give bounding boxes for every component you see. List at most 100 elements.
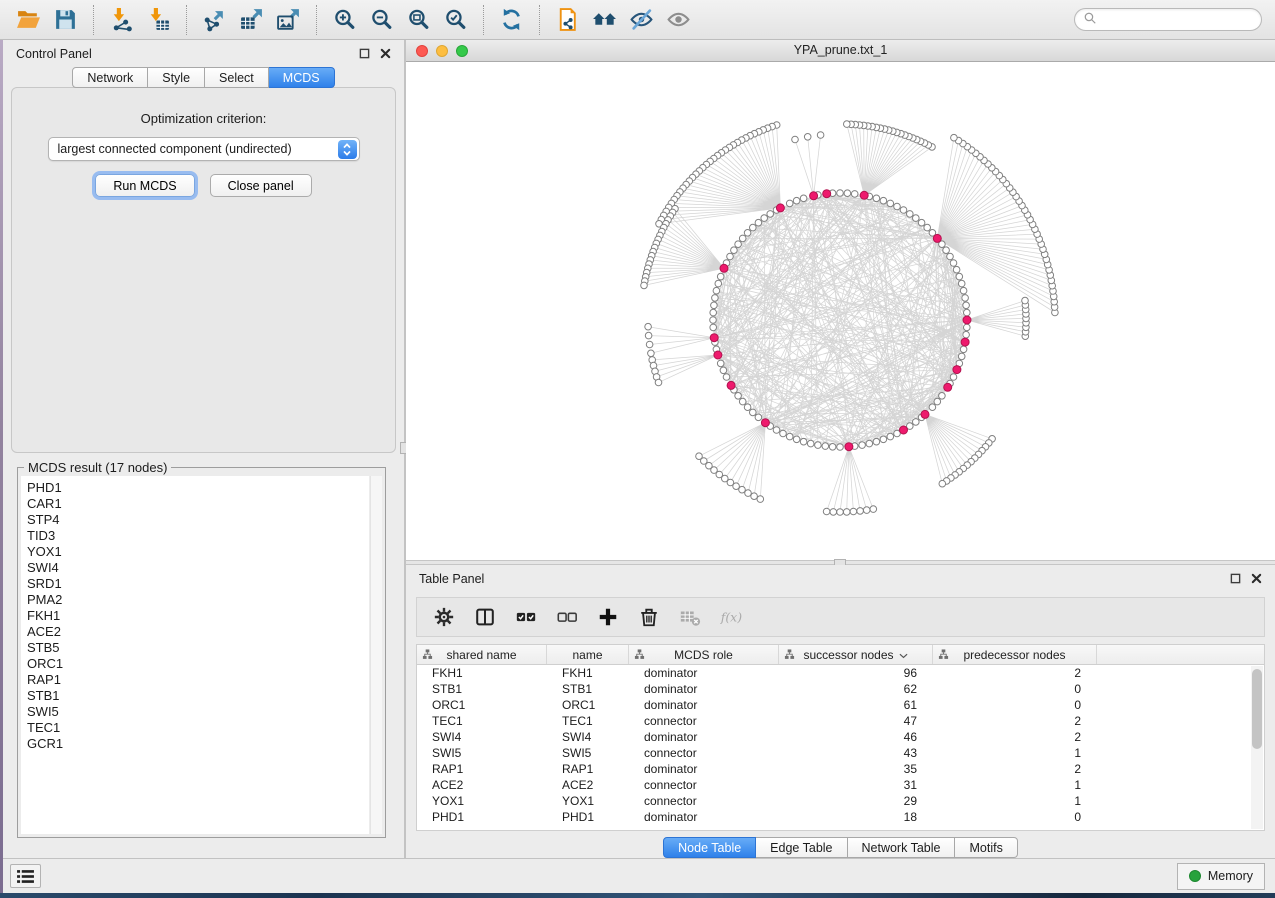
table-cell: 0 bbox=[933, 698, 1097, 712]
table-scrollbar[interactable] bbox=[1251, 666, 1263, 829]
mcds-result-item[interactable]: PHD1 bbox=[27, 480, 369, 496]
network-home-icon[interactable] bbox=[586, 4, 623, 36]
mcds-result-item[interactable]: ORC1 bbox=[27, 656, 369, 672]
dropdown-stepper-icon bbox=[338, 140, 357, 159]
search-input[interactable] bbox=[1101, 13, 1256, 27]
network-canvas[interactable] bbox=[406, 62, 1273, 559]
mcds-result-list[interactable]: PHD1CAR1STP4TID3YOX1SWI4SRD1PMA2FKH1ACE2… bbox=[21, 476, 369, 834]
tab-style[interactable]: Style bbox=[148, 67, 205, 88]
export-image-icon[interactable] bbox=[270, 4, 307, 36]
table-cell: connector bbox=[629, 714, 779, 728]
table-cell: SWI4 bbox=[417, 730, 547, 744]
table-row[interactable]: SWI4SWI4dominator462 bbox=[417, 729, 1264, 745]
tab-node-table[interactable]: Node Table bbox=[663, 837, 756, 858]
delete-row-icon[interactable] bbox=[636, 604, 662, 630]
mcds-result-item[interactable]: STB5 bbox=[27, 640, 369, 656]
float-panel-icon[interactable] bbox=[359, 48, 370, 59]
table-row[interactable]: PHD1PHD1dominator180 bbox=[417, 809, 1264, 825]
column-header-name[interactable]: name bbox=[547, 645, 629, 664]
tab-edge-table[interactable]: Edge Table bbox=[756, 837, 847, 858]
control-panel-header: Control Panel bbox=[3, 40, 404, 67]
tab-network-table[interactable]: Network Table bbox=[848, 837, 956, 858]
import-network-icon[interactable] bbox=[103, 4, 140, 36]
mcds-result-item[interactable]: YOX1 bbox=[27, 544, 369, 560]
status-bar: Memory bbox=[0, 858, 1275, 893]
close-panel-icon[interactable] bbox=[380, 48, 391, 59]
column-header-mcds-role[interactable]: MCDS role bbox=[629, 645, 779, 664]
refresh-layout-icon[interactable] bbox=[493, 4, 530, 36]
table-row[interactable]: FKH1FKH1dominator962 bbox=[417, 665, 1264, 681]
mcds-result-item[interactable]: SRD1 bbox=[27, 576, 369, 592]
zoom-fit-icon[interactable] bbox=[400, 4, 437, 36]
add-row-icon[interactable] bbox=[595, 604, 621, 630]
table-cell: connector bbox=[629, 746, 779, 760]
table-header-row: shared name name MCDS rolesuccessor nodesp… bbox=[417, 645, 1264, 665]
export-network-icon[interactable] bbox=[196, 4, 233, 36]
float-panel-icon[interactable] bbox=[1230, 573, 1241, 584]
mcds-result-item[interactable]: CAR1 bbox=[27, 496, 369, 512]
close-panel-icon[interactable] bbox=[1251, 573, 1262, 584]
criterion-select[interactable]: largest connected component (undirected) bbox=[48, 137, 360, 161]
criterion-label: Optimization criterion: bbox=[12, 111, 395, 126]
select-all-icon[interactable] bbox=[513, 604, 539, 630]
mcds-result-item[interactable]: FKH1 bbox=[27, 608, 369, 624]
sort-descending-icon bbox=[899, 648, 908, 662]
tab-select[interactable]: Select bbox=[205, 67, 269, 88]
mcds-result-item[interactable]: PMA2 bbox=[27, 592, 369, 608]
import-table-icon[interactable] bbox=[140, 4, 177, 36]
tab-network[interactable]: Network bbox=[72, 67, 148, 88]
column-header-predecessor-nodes[interactable]: predecessor nodes bbox=[933, 645, 1097, 664]
table-row[interactable]: RAP1RAP1dominator352 bbox=[417, 761, 1264, 777]
open-folder-icon[interactable] bbox=[10, 4, 47, 36]
show-eye-icon[interactable] bbox=[660, 4, 697, 36]
zoom-in-icon[interactable] bbox=[326, 4, 363, 36]
table-row[interactable]: ORC1ORC1dominator610 bbox=[417, 697, 1264, 713]
column-selector-icon[interactable] bbox=[472, 604, 498, 630]
mcds-result-item[interactable]: RAP1 bbox=[27, 672, 369, 688]
table-cell: ORC1 bbox=[547, 698, 629, 712]
mcds-result-item[interactable]: ACE2 bbox=[27, 624, 369, 640]
tab-motifs[interactable]: Motifs bbox=[955, 837, 1017, 858]
task-history-button[interactable] bbox=[10, 864, 41, 888]
network-window: YPA_prune.txt_1 bbox=[406, 40, 1275, 560]
network-window-title: YPA_prune.txt_1 bbox=[406, 43, 1275, 57]
export-table-icon[interactable] bbox=[233, 4, 270, 36]
table-row[interactable]: YOX1YOX1connector291 bbox=[417, 793, 1264, 809]
mcds-result-item[interactable]: TEC1 bbox=[27, 720, 369, 736]
mcds-result-item[interactable]: SWI4 bbox=[27, 560, 369, 576]
close-panel-button[interactable]: Close panel bbox=[210, 174, 312, 197]
mcds-result-item[interactable]: SWI5 bbox=[27, 704, 369, 720]
run-mcds-button[interactable]: Run MCDS bbox=[95, 174, 194, 197]
scrollbar-thumb[interactable] bbox=[1252, 669, 1262, 749]
mcds-result-item[interactable]: GCR1 bbox=[27, 736, 369, 752]
table-row[interactable]: SWI5SWI5connector431 bbox=[417, 745, 1264, 761]
save-session-icon[interactable] bbox=[47, 4, 84, 36]
node-table: shared name name MCDS rolesuccessor nodesp… bbox=[416, 644, 1265, 831]
desktop-wallpaper-bottom-strip bbox=[0, 893, 1275, 898]
mcds-result-group: MCDS result (17 nodes) PHD1CAR1STP4TID3Y… bbox=[17, 467, 386, 838]
zoom-selected-icon[interactable] bbox=[437, 4, 474, 36]
clear-selection-icon[interactable] bbox=[554, 604, 580, 630]
share-document-icon[interactable] bbox=[549, 4, 586, 36]
column-header-successor-nodes[interactable]: successor nodes bbox=[779, 645, 933, 664]
table-toolbar: f(x) bbox=[416, 597, 1265, 637]
attribute-type-icon bbox=[938, 649, 949, 663]
mcds-result-scrollbar[interactable] bbox=[370, 476, 382, 834]
mcds-result-item[interactable]: TID3 bbox=[27, 528, 369, 544]
mcds-result-item[interactable]: STP4 bbox=[27, 512, 369, 528]
zoom-out-icon[interactable] bbox=[363, 4, 400, 36]
table-row[interactable]: ACE2ACE2connector311 bbox=[417, 777, 1264, 793]
column-label: name bbox=[572, 648, 602, 662]
table-row[interactable]: TEC1TEC1connector472 bbox=[417, 713, 1264, 729]
desktop-wallpaper-left-strip bbox=[0, 40, 3, 894]
memory-button[interactable]: Memory bbox=[1177, 863, 1265, 890]
table-row[interactable]: STB1STB1dominator620 bbox=[417, 681, 1264, 697]
column-header-shared-name[interactable]: shared name bbox=[417, 645, 547, 664]
mcds-result-item[interactable]: STB1 bbox=[27, 688, 369, 704]
tab-mcds[interactable]: MCDS bbox=[269, 67, 335, 88]
hide-selected-icon[interactable] bbox=[623, 4, 660, 36]
network-graph[interactable] bbox=[406, 62, 1273, 559]
settings-gear-icon[interactable] bbox=[431, 604, 457, 630]
table-cell: YOX1 bbox=[547, 794, 629, 808]
table-cell: 2 bbox=[933, 730, 1097, 744]
